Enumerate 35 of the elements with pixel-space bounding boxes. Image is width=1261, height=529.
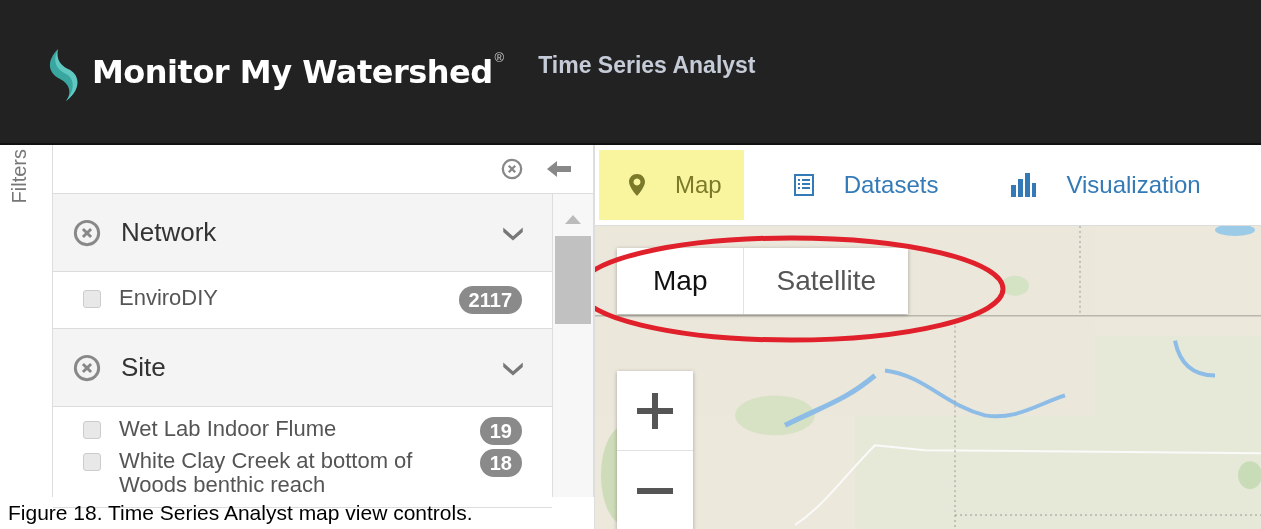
filter-item-label[interactable]: EnviroDIY — [119, 286, 453, 310]
checkbox[interactable] — [83, 290, 101, 308]
filter-item-label[interactable]: Wet Lab Indoor Flume — [119, 417, 474, 441]
tab[interactable]: Map — [599, 150, 744, 220]
count-badge: 2117 — [458, 286, 522, 314]
plus-icon — [637, 392, 673, 429]
registered-mark: ® — [494, 50, 505, 65]
clear-icon[interactable] — [73, 353, 101, 382]
scrollbar-thumb[interactable] — [555, 236, 591, 324]
map-type-button[interactable]: Satellite — [744, 248, 909, 314]
count-badge: 18 — [479, 449, 522, 477]
pin-icon — [629, 174, 645, 196]
list-icon — [793, 174, 814, 196]
map-type-button[interactable]: Map — [617, 248, 745, 314]
checkbox[interactable] — [83, 421, 101, 439]
filter-item-label[interactable]: White Clay Creek at bottom of Woods benthic reach — [119, 449, 474, 497]
minus-icon — [637, 486, 673, 495]
bar-chart-icon — [1010, 173, 1037, 197]
figure-caption: Figure 18. Time Series Analyst map view controls. — [7, 500, 474, 526]
count-badge: 19 — [479, 417, 522, 445]
filter-group-header[interactable]: Site — [53, 329, 552, 407]
filter-group-title: Network — [121, 217, 218, 248]
clear-icon[interactable] — [501, 158, 523, 180]
checkbox[interactable] — [83, 453, 101, 471]
filter-group-title: Site — [121, 352, 167, 383]
zoom-out-button[interactable] — [617, 451, 693, 529]
zoom-in-button[interactable] — [617, 371, 693, 451]
scroll-up-icon[interactable] — [565, 214, 581, 224]
logo-text[interactable]: Monitor My Watershed — [92, 52, 493, 91]
filters-label[interactable]: Filters — [8, 149, 31, 204]
filter-group-header[interactable]: Network — [53, 194, 552, 272]
clear-icon[interactable] — [73, 218, 101, 247]
arrow-left-icon[interactable] — [545, 159, 573, 179]
app-title[interactable]: Time Series Analyst — [538, 52, 756, 79]
scrollbar[interactable] — [552, 194, 593, 497]
